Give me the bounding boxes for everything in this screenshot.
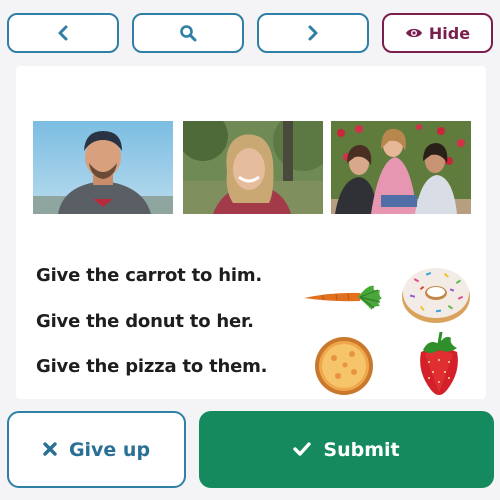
hide-button[interactable]: Hide [382, 13, 493, 53]
sentence-carrot: Give the carrot to him. [36, 265, 263, 286]
submit-label: Submit [323, 438, 400, 461]
carrot-item[interactable] [302, 282, 384, 316]
back-button[interactable] [7, 13, 119, 53]
forward-button[interactable] [257, 13, 369, 53]
pizza-item[interactable] [314, 336, 374, 400]
sentence-pizza: Give the pizza to them. [36, 356, 268, 377]
photo-woman [183, 121, 323, 214]
submit-button[interactable]: Submit [199, 411, 494, 488]
donut-item[interactable] [400, 265, 472, 329]
chevron-right-icon [306, 25, 320, 41]
give-up-button[interactable]: Give up [7, 411, 186, 488]
strawberry-item[interactable] [415, 330, 463, 404]
sentence-donut: Give the donut to her. [36, 311, 254, 332]
search-icon [179, 24, 197, 42]
hide-label: Hide [428, 23, 471, 43]
check-icon [293, 439, 312, 461]
photo-man [33, 121, 173, 214]
photo-group [331, 121, 471, 214]
give-up-label: Give up [68, 438, 151, 461]
search-button[interactable] [132, 13, 244, 53]
chevron-left-icon [56, 25, 70, 41]
eye-icon [405, 26, 423, 40]
exercise-card: Give the carrot to him. Give the donut t… [16, 66, 486, 399]
x-icon [43, 439, 57, 461]
